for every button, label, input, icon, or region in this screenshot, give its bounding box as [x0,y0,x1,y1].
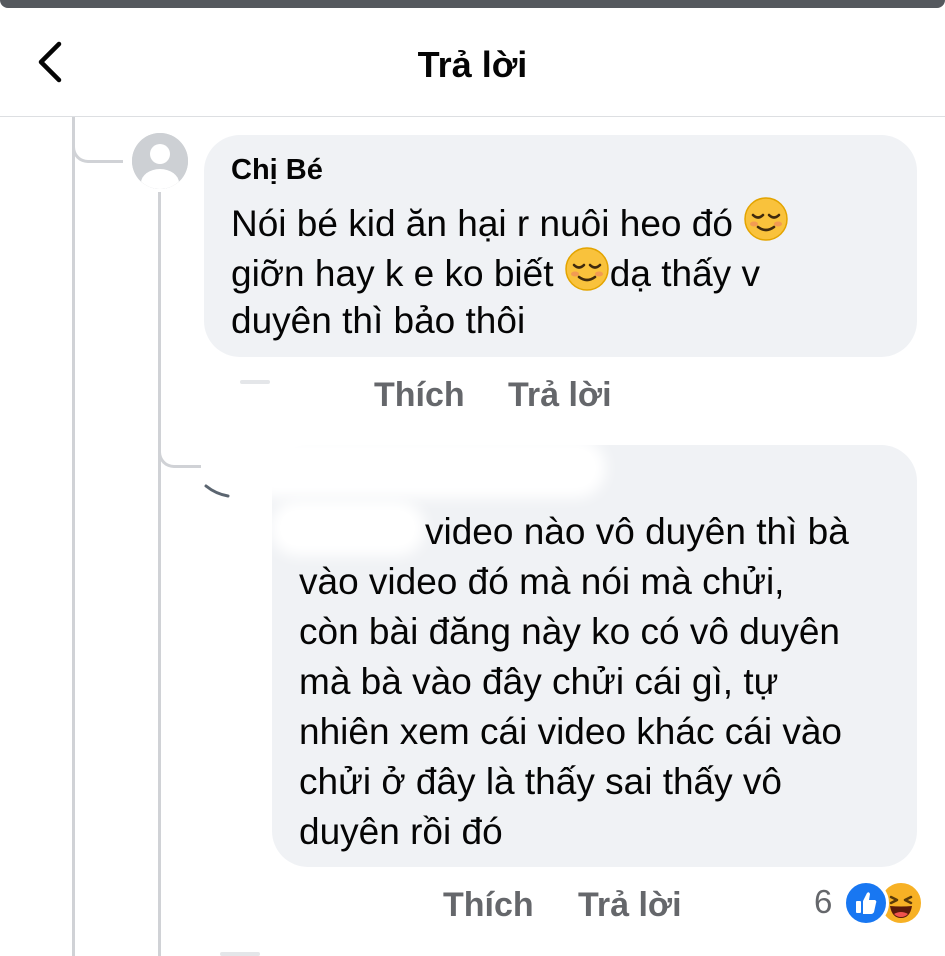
comment-text-segment: dạ thấy v [609,253,760,294]
redacted-avatar-edge-icon [204,484,230,498]
header: Trả lời [0,8,945,117]
timestamp-obscured [240,380,270,384]
thread-line-outer [72,117,75,956]
comment-text-segment: giỡn hay k e ko biết [231,253,554,294]
comment-author[interactable]: Chị Bé [231,154,323,187]
comment-text-line-3: duyên thì bảo thôi [231,300,526,341]
thread-connector-second [158,420,201,468]
next-comment-hint [220,952,260,956]
comment-text-segment: Nói bé kid ăn hại r nuôi heo đó [231,203,733,244]
thread-line-inner [158,192,161,956]
comment-text-line-4: mà bà vào đây chửi cái gì, tự [299,661,779,702]
reaction-count[interactable]: 6 [814,883,832,921]
comment-text-line-3: còn bài đăng này ko có vô duyên [299,611,840,652]
status-bar-edge [0,0,945,8]
reply-button[interactable]: Trả lời [508,376,612,415]
avatar[interactable] [132,133,188,189]
thread-connector-first [72,117,123,163]
comment-text-line-5: nhiên xem cái video khác cái vào [299,711,842,752]
like-button[interactable]: Thích [443,886,534,925]
comment-text-line-6: chửi ở đây là thấy sai thấy vô [299,761,782,802]
reply-button[interactable]: Trả lời [578,886,682,925]
default-avatar-icon [132,133,188,189]
comment-text-line-7: duyên rồi đó [299,811,503,852]
redacted-author-area [256,448,596,488]
page-title: Trả lời [417,44,528,85]
like-reaction-icon[interactable] [843,880,889,926]
comment-text-line-1: video nào vô duyên thì bà [425,511,849,552]
comment-text-line-2: vào video đó mà nói mà chửi, [299,561,785,602]
like-button[interactable]: Thích [374,376,465,415]
relieved-face-emoji-icon [564,246,610,305]
redacted-author-name [280,510,415,546]
